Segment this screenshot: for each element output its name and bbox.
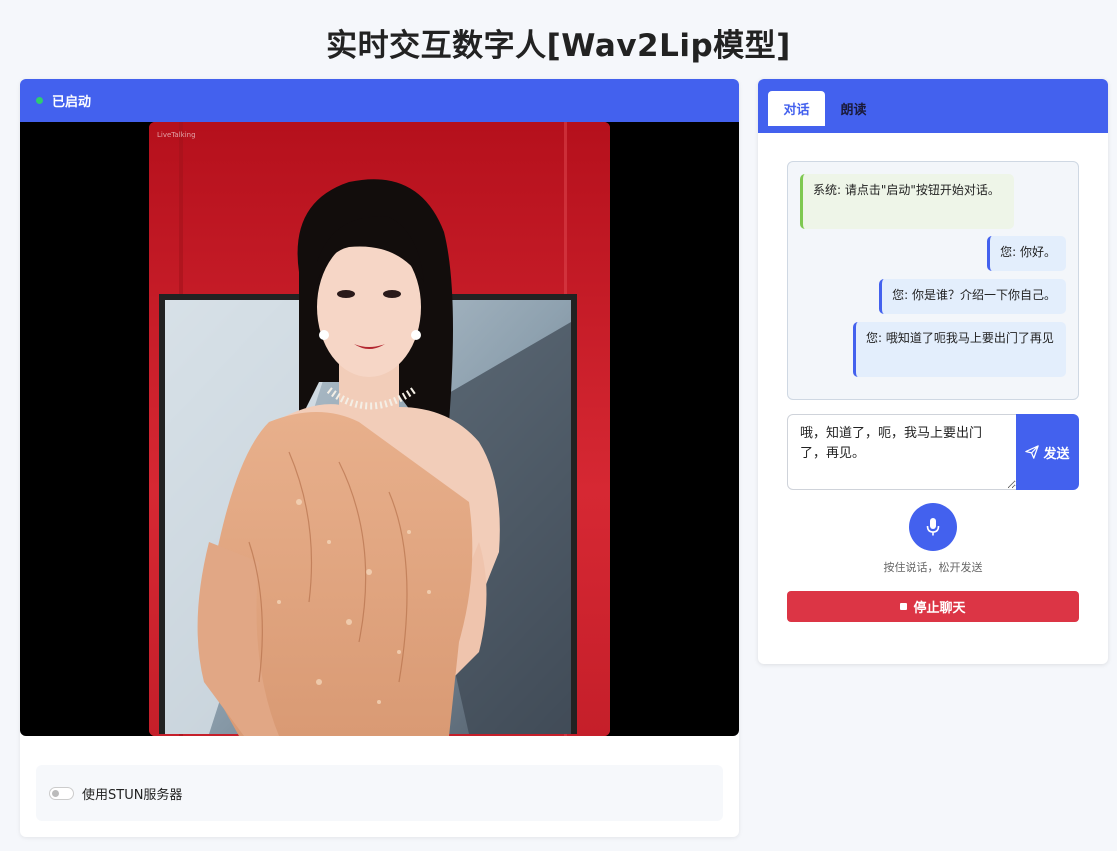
stun-label: 使用STUN服务器 xyxy=(82,787,183,803)
status-label: 已启动 xyxy=(52,95,92,110)
avatar-video-frame: LiveTalking xyxy=(149,122,610,736)
send-button-label: 发送 xyxy=(1043,446,1070,462)
system-message: 系统: 请点击"启动"按钮开始对话。 xyxy=(800,174,1014,229)
page-title: 实时交互数字人[Wav2Lip模型] xyxy=(326,28,791,64)
user-message: 您: 哦知道了呃我马上要出门了再见 xyxy=(853,322,1066,377)
message-input[interactable]: 哦，知道了，呃，我马上要出门了，再见。 xyxy=(787,414,1017,490)
stun-toggle[interactable] xyxy=(49,786,74,800)
chat-log[interactable]: 系统: 请点击"启动"按钮开始对话。 您: 你好。 您: 你是谁？介绍一下你自己… xyxy=(787,161,1079,400)
video-panel: 已启动 LiveTalking 使用STUN服务器 xyxy=(20,79,739,837)
status-dot-icon xyxy=(36,97,43,104)
microphone-icon xyxy=(926,518,940,536)
voice-hint: 按住说话，松开发送 xyxy=(883,561,983,574)
chat-panel: 对话 朗读 系统: 请点击"启动"按钮开始对话。 您: 你好。 您: 你是谁？介… xyxy=(758,79,1108,664)
stun-option: 使用STUN服务器 xyxy=(36,765,723,821)
stop-button-label: 停止聊天 xyxy=(913,601,966,616)
tab-read-aloud[interactable]: 朗读 xyxy=(825,91,882,126)
status-bar: 已启动 xyxy=(20,79,739,122)
paper-plane-icon xyxy=(1025,445,1040,459)
send-button[interactable]: 发送 xyxy=(1016,414,1079,490)
avatar-image xyxy=(149,122,610,736)
stop-chat-button[interactable]: 停止聊天 xyxy=(787,591,1079,622)
tab-dialog[interactable]: 对话 xyxy=(768,91,825,126)
video-watermark: LiveTalking xyxy=(157,131,196,139)
user-message: 您: 你是谁？介绍一下你自己。 xyxy=(879,279,1066,314)
stop-icon xyxy=(900,603,908,610)
tab-bar: 对话 朗读 xyxy=(758,79,1108,133)
push-to-talk-button[interactable] xyxy=(909,503,957,551)
video-player[interactable]: LiveTalking xyxy=(20,122,739,736)
user-message: 您: 你好。 xyxy=(987,236,1066,271)
toggle-knob-icon xyxy=(52,789,59,797)
